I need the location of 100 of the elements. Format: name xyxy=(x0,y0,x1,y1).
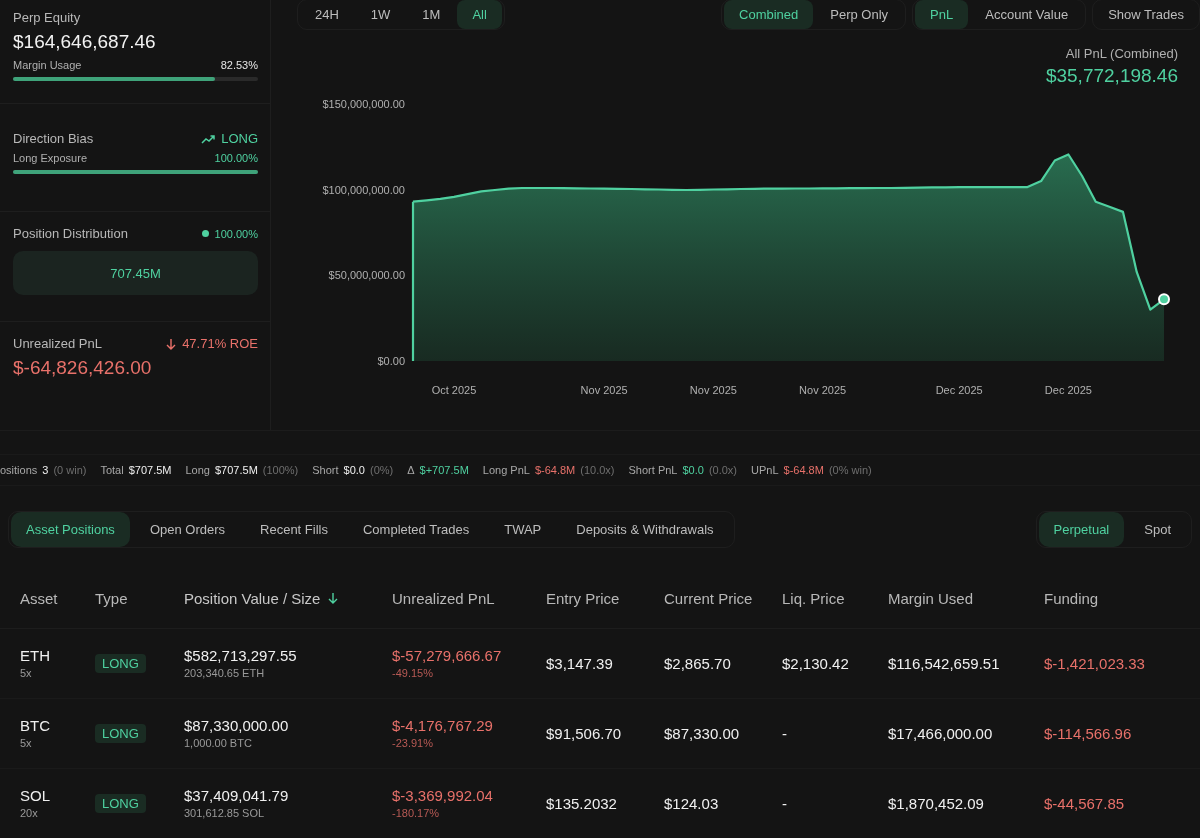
pnl-percent: -49.15% xyxy=(392,666,434,679)
margin-used: $1,870,452.09 xyxy=(888,795,985,812)
stat-note: (0 win) xyxy=(53,464,87,476)
unrealized-pnl-value: $-64,826,426.00 xyxy=(13,357,153,379)
position-type-tag: LONG xyxy=(95,794,146,813)
mode-tab[interactable]: Perp Only xyxy=(815,0,904,29)
perp-equity-label: Perp Equity xyxy=(13,10,82,25)
stat-note: (100%) xyxy=(262,464,299,476)
column-header[interactable]: Asset xyxy=(20,589,58,607)
positions-tab[interactable]: TWAP xyxy=(489,511,557,547)
positions-tab[interactable]: Completed Trades xyxy=(347,511,485,547)
entry-price: $135.2032 xyxy=(546,795,618,812)
long-exposure-reading: 100.00% xyxy=(214,152,258,164)
metric-tab[interactable]: PnL xyxy=(915,0,969,29)
pnl-label: All PnL (Combined) xyxy=(1065,46,1178,61)
current-price: $2,865.70 xyxy=(664,655,732,672)
stat-label: Total xyxy=(100,464,124,476)
x-axis-label: Nov 2025 xyxy=(799,384,847,396)
liquidation-price: $2,130.42 xyxy=(782,655,850,672)
column-header[interactable]: Type xyxy=(95,589,128,607)
column-header[interactable]: Margin Used xyxy=(888,589,974,607)
column-header[interactable]: Current Price xyxy=(664,589,753,607)
unrealized-pnl-label: Unrealized PnL xyxy=(13,336,102,351)
stat-label: Long PnL xyxy=(482,464,530,476)
leverage: 20x xyxy=(20,806,39,819)
x-axis-label: Oct 2025 xyxy=(431,384,477,396)
position-distribution-reading: 100.00% xyxy=(214,227,258,240)
positions-tab[interactable]: Recent Fills xyxy=(245,511,343,547)
metric-tab[interactable]: Account Value xyxy=(970,0,1084,29)
position-type-tag: LONG xyxy=(95,724,146,743)
direction-bias-label: Direction Bias xyxy=(13,131,94,146)
funding: $-114,566.96 xyxy=(1044,725,1133,742)
arrow-down-icon xyxy=(166,337,177,350)
entry-price: $3,147.39 xyxy=(546,655,614,672)
column-header[interactable]: Funding xyxy=(1044,589,1099,607)
position-value: $37,409,041.79 xyxy=(184,786,290,804)
market-tab[interactable]: Spot xyxy=(1129,511,1186,547)
current-price: $87,330.00 xyxy=(664,725,741,742)
stat-value: $-64.8M xyxy=(783,464,824,476)
unrealized-pnl: $-4,176,767.29 xyxy=(392,716,494,734)
stat-note: (10.0x) xyxy=(580,464,615,476)
asset-name: ETH xyxy=(20,646,51,664)
stat-label: Δ xyxy=(407,464,415,476)
stat-value: $0.0 xyxy=(343,464,365,476)
margin-used: $116,542,659.51 xyxy=(888,655,1001,672)
margin-usage-label: Margin Usage xyxy=(13,59,82,71)
stat-value: 3 xyxy=(42,464,49,476)
x-axis-label: Dec 2025 xyxy=(1044,384,1092,396)
roe-value: 47.71% ROE xyxy=(182,336,258,351)
position-size: 301,612.85 SOL xyxy=(184,806,266,819)
margin-used: $17,466,000.00 xyxy=(888,725,994,742)
funding: $-44,567.85 xyxy=(1044,795,1126,812)
range-tab[interactable]: All xyxy=(457,0,502,29)
funding: $-1,421,023.33 xyxy=(1044,655,1146,672)
column-header[interactable]: Position Value / Size xyxy=(184,589,321,607)
stat-label: Short xyxy=(312,464,339,476)
position-size: 1,000.00 BTC xyxy=(184,736,253,749)
entry-price: $91,506.70 xyxy=(546,725,623,742)
range-tab[interactable]: 1M xyxy=(407,0,456,29)
liquidation-price: - xyxy=(782,795,788,812)
leverage: 5x xyxy=(20,736,33,749)
positions-tab[interactable]: Open Orders xyxy=(134,511,241,547)
position-value: $582,713,297.55 xyxy=(184,646,298,664)
trending-up-icon xyxy=(201,133,216,144)
positions-tab[interactable]: Asset Positions xyxy=(11,511,130,547)
pnl-value: $35,772,198.46 xyxy=(1045,65,1178,87)
x-axis-label: Nov 2025 xyxy=(689,384,737,396)
positions-tab[interactable]: Deposits & Withdrawals xyxy=(561,511,729,547)
margin-usage-reading: 82.53% xyxy=(220,59,258,71)
unrealized-pnl: $-3,369,992.04 xyxy=(392,786,494,804)
stat-note: (0%) xyxy=(370,464,394,476)
mode-tab[interactable]: Combined xyxy=(724,0,814,29)
stat-label: Long xyxy=(185,464,210,476)
range-tab[interactable]: 24H xyxy=(300,0,354,29)
distribution-segment: 707.45M xyxy=(13,251,258,295)
pnl-percent: -180.17% xyxy=(392,806,441,819)
column-header[interactable]: Entry Price xyxy=(546,589,620,607)
stat-label: Short PnL xyxy=(628,464,678,476)
market-tab[interactable]: Perpetual xyxy=(1038,511,1125,547)
position-type-tag: LONG xyxy=(95,654,146,673)
long-exposure-label: Long Exposure xyxy=(13,152,87,164)
sort-down-icon[interactable] xyxy=(328,592,339,604)
stat-value: $+707.5M xyxy=(419,464,469,476)
stat-label: ositions xyxy=(0,464,38,476)
pnl-percent: -23.91% xyxy=(392,736,434,749)
stat-value: $-64.8M xyxy=(534,464,576,476)
range-tab[interactable]: 1W xyxy=(355,0,406,29)
column-header[interactable]: Liq. Price xyxy=(782,589,845,607)
stat-value: $0.0 xyxy=(682,464,704,476)
asset-name: BTC xyxy=(20,716,51,734)
perp-equity-value: $164,646,687.46 xyxy=(13,31,157,53)
column-header[interactable]: Unrealized PnL xyxy=(392,589,495,607)
stat-value: $707.5M xyxy=(128,464,172,476)
position-size: 203,340.65 ETH xyxy=(184,666,266,679)
position-value: $87,330,000.00 xyxy=(184,716,290,734)
liquidation-price: - xyxy=(782,725,788,742)
x-axis-label: Nov 2025 xyxy=(580,384,628,396)
direction-bias-value: LONG xyxy=(221,131,258,146)
position-distribution-label: Position Distribution xyxy=(13,226,128,241)
stat-note: (0% win) xyxy=(828,464,872,476)
